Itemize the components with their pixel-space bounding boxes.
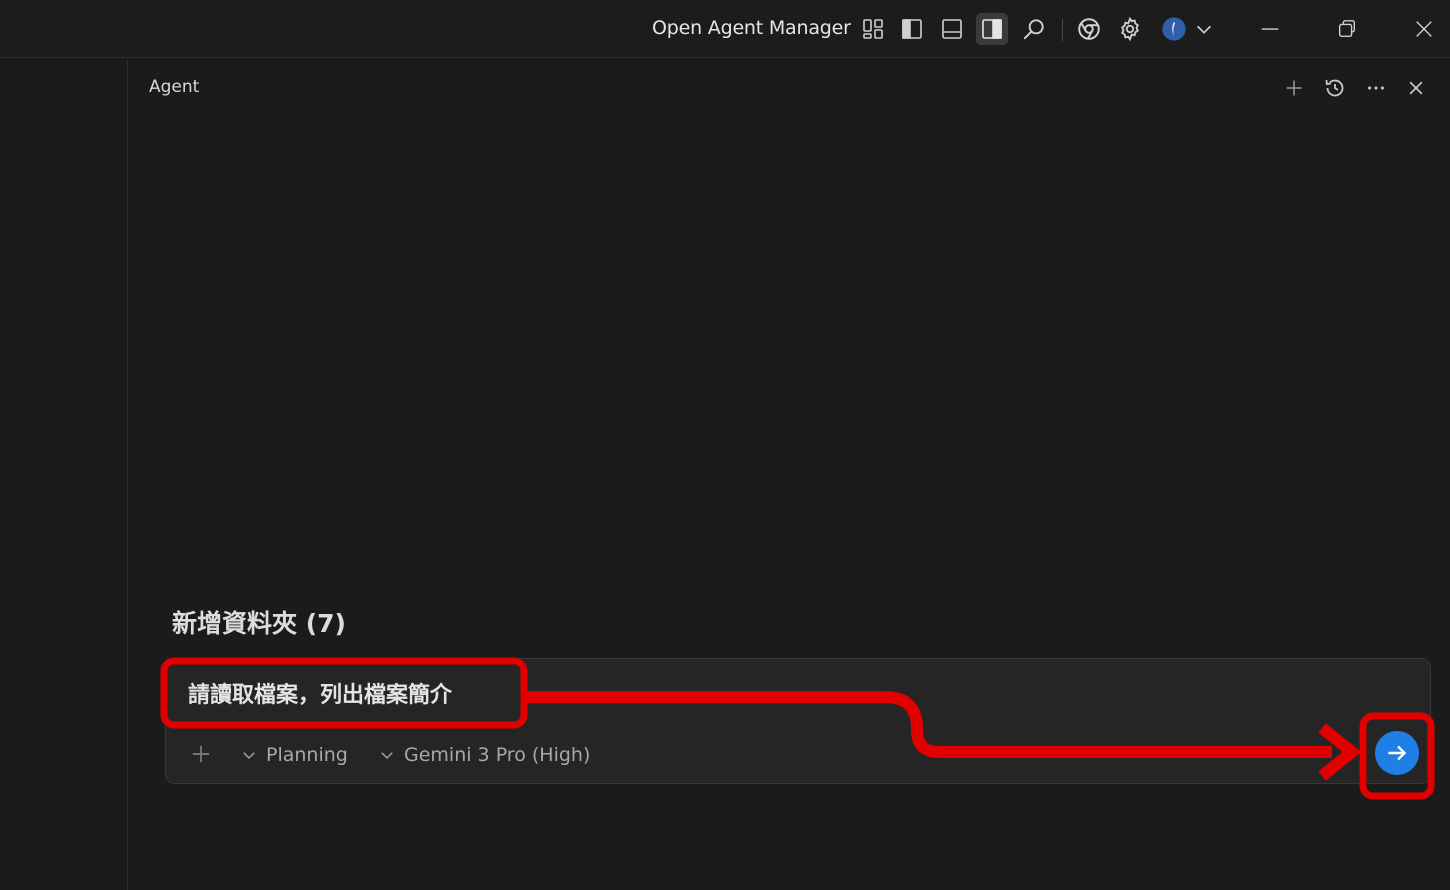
chat-input-text[interactable]: 請讀取檔案，列出檔案簡介 bbox=[188, 677, 452, 709]
mode-label: Planning bbox=[266, 744, 348, 766]
restore-icon[interactable] bbox=[1331, 13, 1363, 45]
arrow-right-icon bbox=[1388, 745, 1407, 761]
send-button[interactable] bbox=[1375, 731, 1419, 775]
toggle-secondary-sidebar-icon[interactable] bbox=[976, 13, 1008, 45]
mode-dropdown[interactable]: Planning bbox=[240, 741, 348, 769]
account-icon[interactable] bbox=[1158, 13, 1190, 45]
close-panel-icon[interactable] bbox=[1403, 75, 1429, 101]
panel-title: Agent bbox=[149, 77, 200, 97]
gear-icon[interactable] bbox=[1114, 13, 1146, 45]
search-icon[interactable] bbox=[1018, 13, 1050, 45]
left-sidebar bbox=[0, 59, 128, 890]
app-title: Open Agent Manager bbox=[652, 17, 851, 39]
layout-grid-icon[interactable] bbox=[857, 13, 889, 45]
chrome-icon[interactable] bbox=[1073, 13, 1105, 45]
toggle-primary-sidebar-icon[interactable] bbox=[896, 13, 928, 45]
more-icon[interactable] bbox=[1363, 75, 1389, 101]
toggle-panel-icon[interactable] bbox=[936, 13, 968, 45]
chat-input-box[interactable]: 請讀取檔案，列出檔案簡介 Planning Gemini 3 Pro (High… bbox=[165, 658, 1431, 784]
app-window: Open Agent Manager Agent 新增資料夾 (7) 請讀取檔案… bbox=[0, 0, 1450, 890]
conversation-title: 新增資料夾 (7) bbox=[172, 609, 346, 638]
history-icon[interactable] bbox=[1322, 75, 1348, 101]
minimize-icon[interactable] bbox=[1254, 13, 1286, 45]
plus-icon[interactable] bbox=[1281, 75, 1307, 101]
model-dropdown[interactable]: Gemini 3 Pro (High) bbox=[378, 741, 590, 769]
close-icon[interactable] bbox=[1408, 13, 1440, 45]
model-label: Gemini 3 Pro (High) bbox=[404, 744, 591, 766]
add-context-button[interactable] bbox=[186, 739, 216, 769]
toolbar-separator bbox=[1062, 19, 1063, 41]
plus-icon bbox=[192, 745, 210, 763]
chevron-down-icon[interactable] bbox=[1188, 13, 1220, 45]
title-bar: Open Agent Manager bbox=[0, 0, 1450, 58]
chevron-down-icon bbox=[243, 752, 255, 760]
chevron-down-icon bbox=[381, 752, 393, 760]
composer-toolbar: Planning Gemini 3 Pro (High) bbox=[166, 737, 1430, 773]
